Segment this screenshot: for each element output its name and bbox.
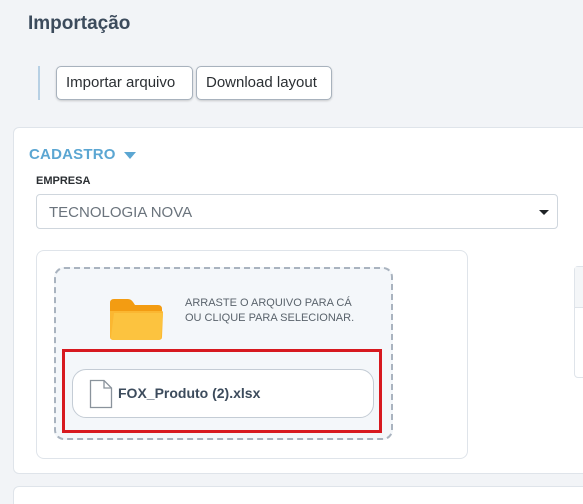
empresa-select[interactable]: TECNOLOGIA NOVA	[36, 194, 558, 229]
caret-down-icon	[123, 152, 136, 159]
dropzone-instruction: ARRASTE O ARQUIVO PARA CÁ OU CLIQUE PARA…	[185, 297, 355, 324]
dropdown-arrow-icon	[539, 210, 549, 215]
side-panel	[574, 266, 583, 378]
toolbar-divider	[38, 66, 40, 100]
download-layout-button[interactable]: Download layout	[196, 66, 332, 100]
import-file-button[interactable]: Importar arquivo	[56, 66, 193, 100]
empresa-label: EMPRESA	[36, 175, 91, 187]
cadastro-section-toggle[interactable]: CADASTRO	[29, 146, 136, 163]
empresa-select-value: TECNOLOGIA NOVA	[49, 204, 193, 221]
highlight-box	[62, 349, 382, 433]
side-panel-header	[575, 267, 583, 308]
section-title: CADASTRO	[29, 146, 116, 163]
next-section-card	[13, 486, 583, 504]
folder-icon	[110, 299, 163, 340]
page-title: Importação	[28, 13, 131, 34]
